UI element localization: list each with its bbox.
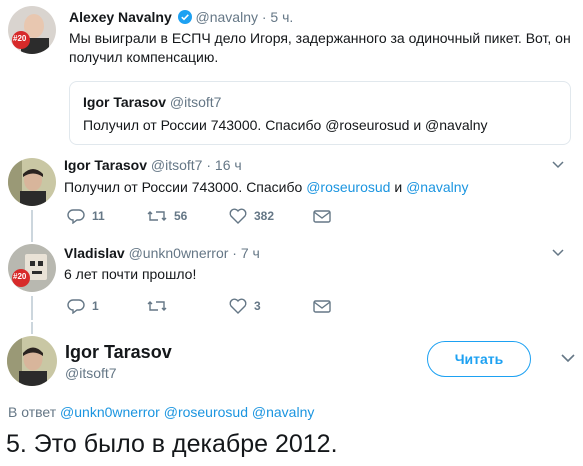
chevron-down-icon[interactable] [552,246,564,260]
tweet-time[interactable]: · 5 ч. [262,9,293,25]
like-count: 3 [254,299,261,313]
quoted-tweet-text: Получил от России 743000. Спасибо @roseu… [83,117,488,133]
tweet-time[interactable]: · 16 ч [206,157,241,173]
thread-connector [31,322,33,334]
retweet-count: 56 [174,209,188,223]
tweet-vladislav: #20 Vladislav @unkn0wnerror · 7 ч 6 лет … [0,234,583,320]
reply-button[interactable]: 1 [66,298,146,314]
tweet-header: Alexey Navalny @navalny · 5 ч. [69,9,293,27]
like-button[interactable]: 382 [228,208,312,224]
reply-count: 1 [92,299,99,313]
tweet-actions: 1 3 [66,298,332,314]
verified-badge-icon [177,10,192,27]
tweet-actions: 11 56 382 [66,208,332,224]
quoted-tweet-header: Igor Tarasov @itsoft7 [83,94,221,110]
reply-to-mention-roseurosud[interactable]: @roseurosud [164,404,248,420]
retweet-icon [147,301,167,311]
reply-icon [67,209,85,224]
tweet-text-mid: и [390,179,407,195]
tweet-header: Igor Tarasov @itsoft7 · 16 ч [64,157,242,173]
author-name[interactable]: Vladislav [64,245,125,261]
chevron-down-icon[interactable] [552,158,564,172]
avatar-vladislav[interactable]: #20 [8,244,56,292]
reply-icon [67,299,85,314]
reply-to-mention-unkn0wnerror[interactable]: @unkn0wnerror [60,404,160,420]
direct-message-button[interactable] [312,208,332,224]
direct-message-button[interactable] [312,298,332,314]
retweet-button[interactable] [146,298,228,314]
quoted-author-handle: @itsoft7 [169,94,222,110]
chevron-down-icon[interactable] [561,352,575,366]
author-handle[interactable]: @itsoft7 [151,157,203,173]
tweet-text-prefix: Получил от России 743000. Спасибо [64,179,307,195]
author-name[interactable]: Alexey Navalny [69,9,172,25]
main-tweet: Igor Tarasov @itsoft7 Читать В ответ @un… [0,322,583,466]
thread-connector [31,234,33,242]
avatar-badge: #20 [13,34,27,43]
quoted-author-name: Igor Tarasov [83,94,166,110]
avatar-navalny[interactable]: #20 [8,6,56,54]
reply-to-line: В ответ @unkn0wnerror @roseurosud @naval… [8,404,314,420]
tweet-header: Vladislav @unkn0wnerror · 7 ч [64,245,260,261]
thread-connector [31,210,33,234]
like-count: 382 [254,209,275,223]
like-button[interactable]: 3 [228,298,312,314]
avatar-main[interactable] [7,336,57,386]
tweet-text: Получил от России 743000. Спасибо @roseu… [64,178,574,197]
retweet-icon [147,211,167,221]
avatar-tarasov[interactable] [8,158,56,206]
mention-navalny[interactable]: @navalny [406,179,468,195]
main-author-handle[interactable]: @itsoft7 [65,365,117,381]
like-icon [229,208,247,224]
retweet-button[interactable]: 56 [146,208,228,224]
direct-message-icon [313,210,331,223]
mention-roseurosud[interactable]: @roseurosud [306,179,390,195]
author-handle[interactable]: @unkn0wnerror [129,245,229,261]
avatar-badge: #20 [13,272,27,281]
author-name[interactable]: Igor Tarasov [64,157,147,173]
tweet-text: 6 лет почти прошло! [64,266,197,282]
tweet-navalny: #20 Alexey Navalny @navalny · 5 ч. Мы вы… [0,0,583,150]
author-handle[interactable]: @navalny [196,9,258,25]
reply-to-mention-navalny[interactable]: @navalny [252,404,314,420]
reply-button[interactable]: 11 [66,208,146,224]
quoted-tweet[interactable]: Igor Tarasov @itsoft7 Получил от России … [69,81,571,145]
direct-message-icon [313,300,331,313]
tweet-text: Мы выиграли в ЕСПЧ дело Игоря, задержанн… [69,30,571,65]
tweet-time[interactable]: · 7 ч [232,245,260,261]
main-author-name[interactable]: Igor Tarasov [65,342,172,363]
thread-connector [31,296,33,320]
follow-button[interactable]: Читать [427,341,531,377]
reply-to-prefix: В ответ [8,404,57,420]
tweet-tarasov: Igor Tarasov @itsoft7 · 16 ч Получил от … [0,150,583,234]
like-icon [229,298,247,314]
reply-count: 11 [92,209,105,223]
tweet-text-main: 5. Это было в декабре 2012. [6,430,338,458]
